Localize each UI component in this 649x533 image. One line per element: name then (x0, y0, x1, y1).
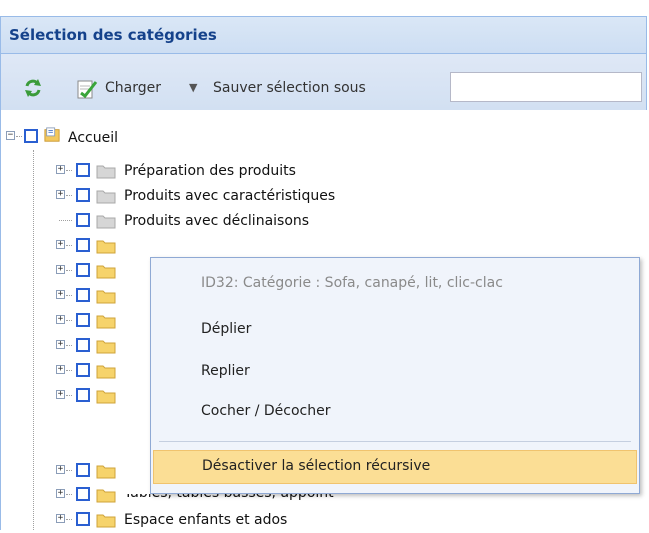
tree-node-label: Préparation des produits (124, 163, 296, 179)
tree-node-label: Produits avec déclinaisons (124, 213, 310, 229)
tree-node[interactable]: + Espace enfants et ados (1, 507, 401, 533)
tree-node[interactable]: + (1, 258, 151, 284)
load-button[interactable]: Charger (105, 80, 161, 96)
home-folder-icon (44, 127, 60, 142)
checkbox[interactable] (76, 487, 90, 501)
expand-icon[interactable]: + (56, 390, 65, 399)
folder-gray-icon (96, 190, 116, 204)
checkbox[interactable] (76, 238, 90, 252)
expand-icon[interactable]: + (56, 315, 65, 324)
tree-node[interactable]: + (1, 333, 151, 359)
checkbox[interactable] (76, 338, 90, 352)
checkbox[interactable] (76, 163, 90, 177)
expand-icon[interactable]: + (56, 365, 65, 374)
load-selection-icon[interactable] (76, 78, 98, 100)
tree-node-label: Accueil (68, 130, 118, 146)
folder-icon (96, 265, 116, 279)
expand-icon[interactable]: + (56, 190, 65, 199)
context-menu-header: ID32: Catégorie : Sofa, canapé, lit, cli… (151, 267, 639, 301)
tree-node[interactable]: + Préparation des produits (1, 158, 401, 184)
save-as-label: Sauver sélection sous (213, 80, 366, 96)
folder-gray-icon (96, 165, 116, 179)
tree-node[interactable]: + (1, 308, 151, 334)
folder-icon (96, 514, 116, 528)
top-strip (0, 0, 649, 16)
menu-item-label: Désactiver la sélection récursive (202, 458, 431, 474)
tree-node[interactable]: + Produits avec caractéristiques (1, 183, 401, 209)
expand-icon[interactable]: + (56, 340, 65, 349)
checkbox[interactable] (76, 263, 90, 277)
expand-icon[interactable]: + (56, 265, 65, 274)
checkbox[interactable] (76, 363, 90, 377)
folder-icon (96, 390, 116, 404)
context-menu: ID32: Catégorie : Sofa, canapé, lit, cli… (150, 257, 640, 494)
collapse-icon[interactable]: − (6, 131, 15, 140)
tree-node[interactable]: + (1, 383, 151, 409)
folder-icon (96, 240, 116, 254)
expand-icon[interactable]: + (56, 489, 65, 498)
menu-item-disable-recursive[interactable]: Désactiver la sélection récursive (153, 450, 637, 484)
folder-icon (96, 365, 116, 379)
folder-icon (96, 489, 116, 503)
checkbox[interactable] (76, 512, 90, 526)
checkbox[interactable] (24, 129, 38, 143)
folder-icon (96, 315, 116, 329)
expand-icon[interactable]: + (56, 514, 65, 523)
expand-icon[interactable]: + (56, 465, 65, 474)
toolbar: Charger ▼ Sauver sélection sous (0, 54, 647, 110)
expand-icon[interactable]: + (56, 290, 65, 299)
save-as-input[interactable] (450, 72, 642, 102)
expand-icon[interactable]: + (56, 165, 65, 174)
menu-item-toggle-check[interactable]: Cocher / Décocher (151, 395, 639, 429)
tree-node-label: Produits avec caractéristiques (124, 188, 336, 204)
checkbox[interactable] (76, 463, 90, 477)
refresh-icon[interactable] (23, 78, 43, 98)
panel-header: Sélection des catégories (0, 16, 647, 54)
checkbox[interactable] (76, 188, 90, 202)
menu-item-expand[interactable]: Déplier (151, 313, 639, 347)
tree-node[interactable]: + (1, 283, 151, 309)
chevron-down-icon[interactable]: ▼ (189, 81, 197, 94)
checkbox[interactable] (76, 388, 90, 402)
folder-icon (96, 465, 116, 479)
tree-node[interactable]: + (1, 358, 151, 384)
checkbox[interactable] (76, 313, 90, 327)
menu-item-label: Cocher / Décocher (201, 403, 331, 419)
menu-item-label: Déplier (201, 321, 252, 337)
tree-node[interactable]: + (1, 458, 151, 484)
tree-node-label: Espace enfants et ados (124, 512, 288, 528)
folder-gray-icon (96, 215, 116, 229)
folder-icon (96, 290, 116, 304)
menu-item-label: Replier (201, 363, 250, 379)
expand-icon[interactable]: + (56, 240, 65, 249)
checkbox[interactable] (76, 288, 90, 302)
panel-title: Sélection des catégories (9, 26, 217, 44)
tree-node[interactable]: Produits avec déclinaisons (1, 208, 401, 234)
context-menu-header-label: ID32: Catégorie : Sofa, canapé, lit, cli… (201, 275, 503, 291)
folder-icon (96, 340, 116, 354)
checkbox[interactable] (76, 213, 90, 227)
tree-root-accueil[interactable]: − Accueil (1, 125, 301, 151)
menu-item-collapse[interactable]: Replier (151, 355, 639, 389)
menu-separator (159, 441, 631, 442)
tree-node[interactable]: + (1, 233, 151, 259)
